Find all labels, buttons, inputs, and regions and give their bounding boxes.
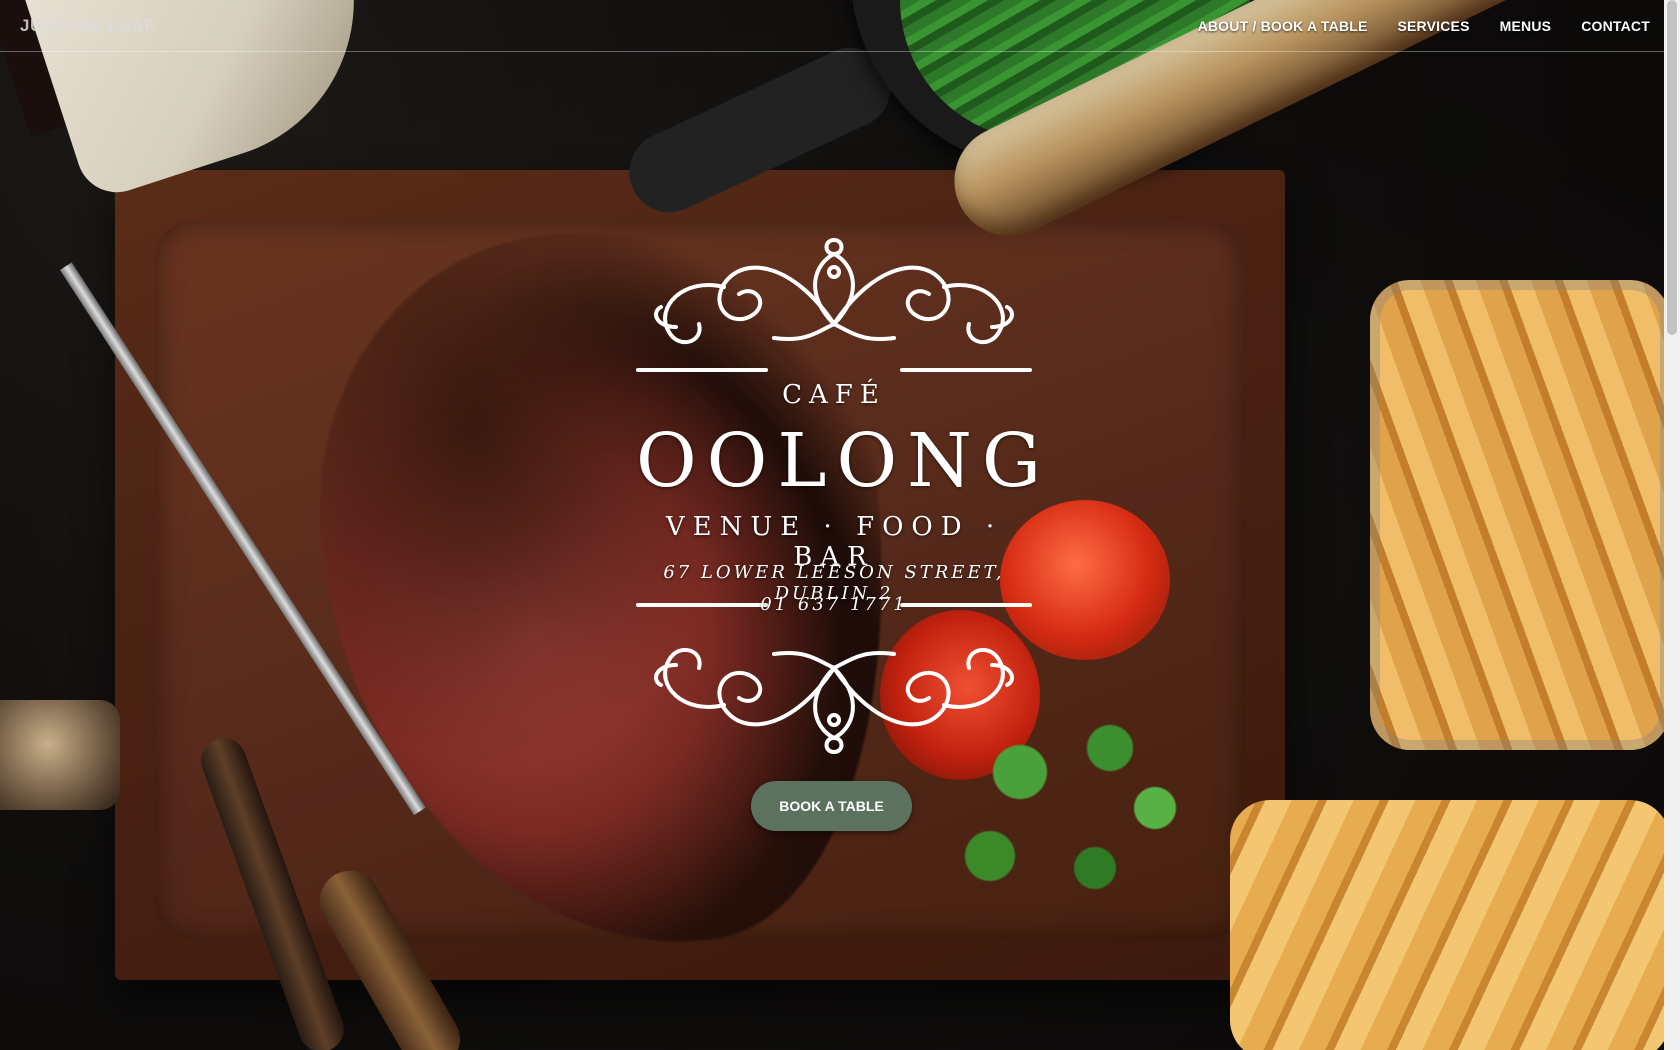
book-a-table-button[interactable]: BOOK A TABLE <box>751 781 912 831</box>
pepper-mill-image <box>0 700 120 810</box>
logo-name-text: OOLONG <box>636 418 1052 504</box>
nav-links: ABOUT / BOOK A TABLE SERVICES MENUS CONT… <box>1198 18 1650 34</box>
nav-link-about-book[interactable]: ABOUT / BOOK A TABLE <box>1198 18 1368 34</box>
page-scrollbar-thumb[interactable] <box>1667 0 1677 335</box>
nav-link-services[interactable]: SERVICES <box>1397 18 1469 34</box>
fries-basket-image <box>1230 800 1664 1050</box>
logo-cafe-text: CAFÉ <box>782 380 886 410</box>
site-brand[interactable]: JUSTONE LEAF <box>20 16 155 36</box>
cafe-logo: CAFÉ OOLONG VENUE · FOOD · BAR 67 LOWER … <box>636 232 1052 762</box>
top-navbar: JUSTONE LEAF ABOUT / BOOK A TABLE SERVIC… <box>0 0 1664 52</box>
nav-link-menus[interactable]: MENUS <box>1500 18 1552 34</box>
nav-link-contact[interactable]: CONTACT <box>1581 18 1650 34</box>
logo-phone: 01 637 1771 <box>760 594 908 615</box>
fries-basket-image <box>1370 280 1664 750</box>
